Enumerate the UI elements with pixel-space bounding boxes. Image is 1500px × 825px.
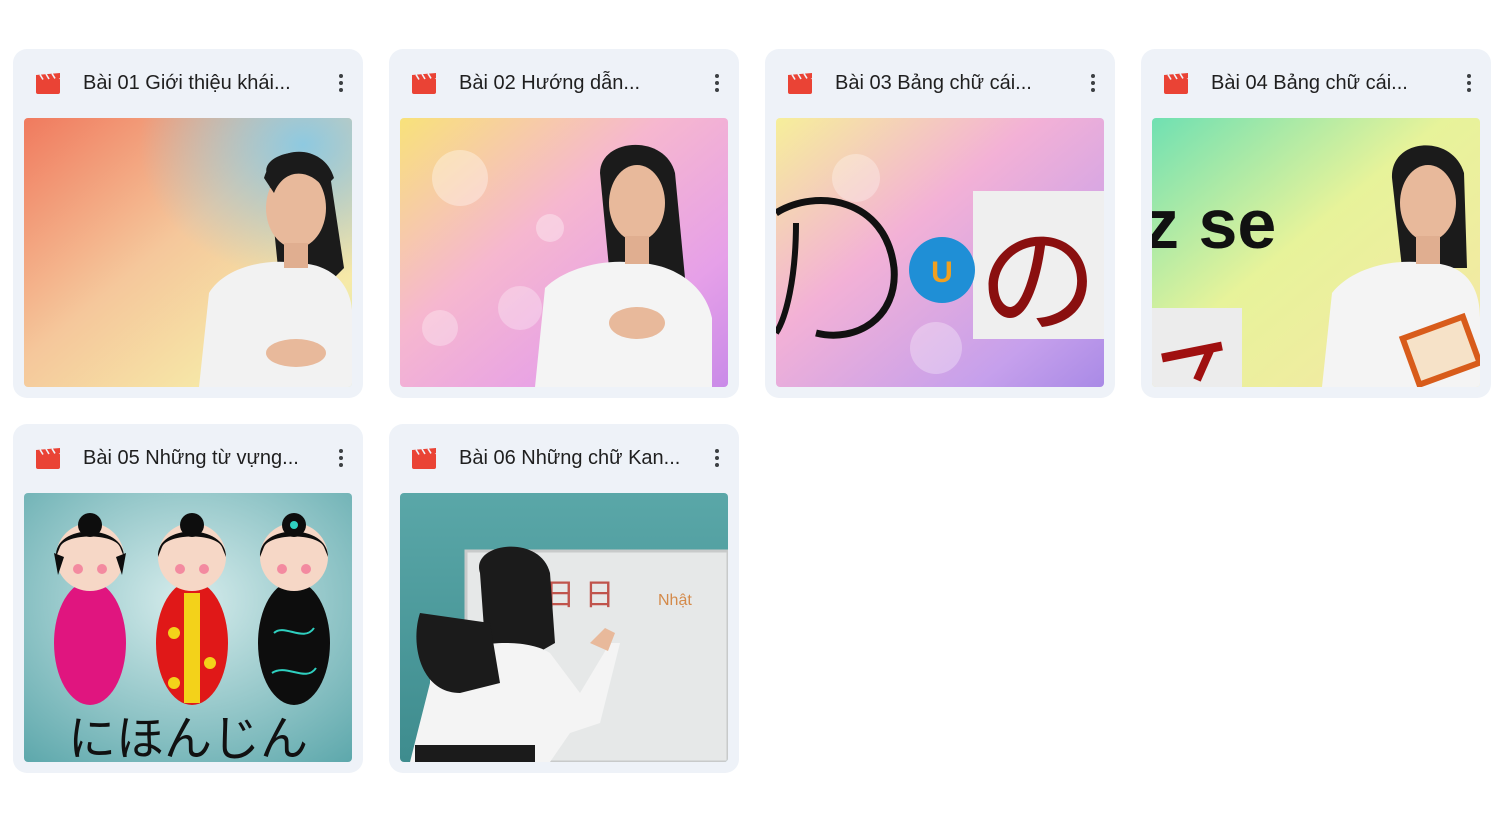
video-thumbnail[interactable]: にほんじん [24, 493, 352, 762]
more-options-icon[interactable] [1085, 69, 1101, 97]
file-card-5[interactable]: Bài 05 Những từ vựng... にほんじん [13, 424, 363, 773]
video-thumbnail[interactable]: z se [1152, 118, 1480, 387]
video-thumbnail[interactable]: U の [776, 118, 1104, 387]
more-options-icon[interactable] [333, 444, 349, 472]
file-card-3[interactable]: Bài 03 Bảng chữ cái... U の [765, 49, 1115, 398]
video-file-icon [788, 73, 812, 94]
video-file-icon [36, 448, 60, 469]
file-title[interactable]: Bài 06 Những chữ Kan... [459, 444, 689, 472]
video-thumbnail[interactable]: 日 日 Nhật [400, 493, 728, 762]
thumbnail-text: z se [1152, 185, 1276, 263]
file-title[interactable]: Bài 03 Bảng chữ cái... [835, 69, 1065, 97]
more-options-icon[interactable] [709, 444, 725, 472]
whiteboard-text: 日 日 [545, 578, 615, 613]
video-thumbnail[interactable] [24, 118, 352, 387]
more-options-icon[interactable] [709, 69, 725, 97]
file-card-1[interactable]: Bài 01 Giới thiệu khái... [13, 49, 363, 398]
thumbnail-badge-text: U [931, 256, 953, 289]
file-card-4[interactable]: Bài 04 Bảng chữ cái... z se [1141, 49, 1491, 398]
thumbnail-text: にほんじん [68, 711, 308, 762]
file-card-2[interactable]: Bài 02 Hướng dẫn... [389, 49, 739, 398]
video-file-icon [412, 448, 436, 469]
thumbnail-letter-text: の [978, 213, 1098, 352]
file-title[interactable]: Bài 02 Hướng dẫn... [459, 69, 689, 97]
file-card-6[interactable]: Bài 06 Những chữ Kan... 日 日 Nhật [389, 424, 739, 773]
file-title[interactable]: Bài 01 Giới thiệu khái... [83, 69, 313, 97]
file-title[interactable]: Bài 05 Những từ vựng... [83, 444, 313, 472]
file-title[interactable]: Bài 04 Bảng chữ cái... [1211, 69, 1441, 97]
video-file-icon [412, 73, 436, 94]
more-options-icon[interactable] [1461, 69, 1477, 97]
whiteboard-note: Nhật [658, 592, 692, 609]
video-file-icon [1164, 73, 1188, 94]
video-thumbnail[interactable] [400, 118, 728, 387]
more-options-icon[interactable] [333, 69, 349, 97]
file-grid: Bài 01 Giới thiệu khái... Bài 02 Hướng d… [0, 0, 1500, 825]
video-file-icon [36, 73, 60, 94]
